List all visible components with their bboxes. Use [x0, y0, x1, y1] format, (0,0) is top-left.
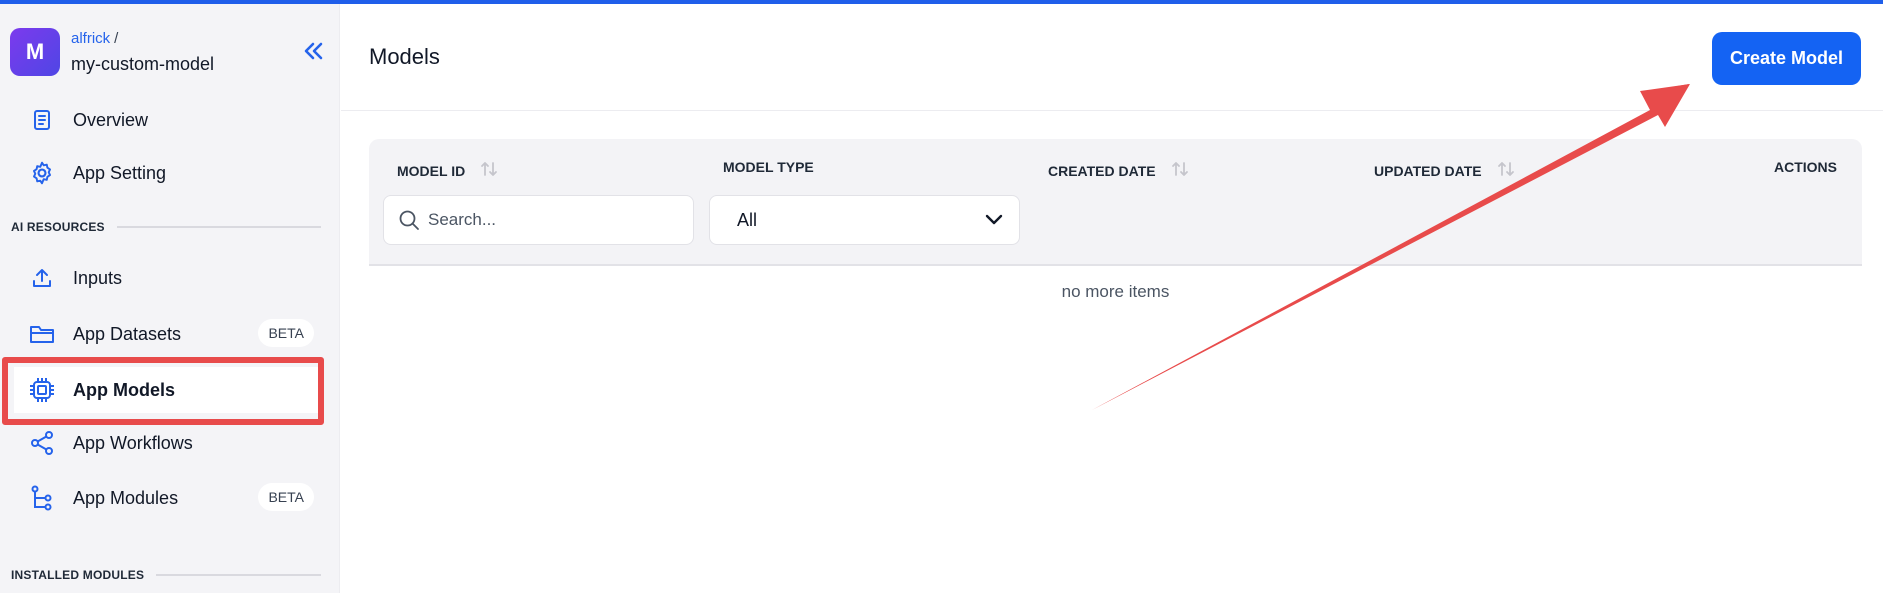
sidebar-item-label: App Datasets	[73, 323, 182, 344]
sidebar-item-app-modules[interactable]: App Modules BETA	[14, 475, 324, 521]
sidebar-item-app-datasets[interactable]: App Datasets BETA	[14, 311, 324, 357]
column-model-id[interactable]: MODEL ID	[397, 159, 499, 182]
section-installed-modules: INSTALLED MODULES	[11, 568, 321, 582]
sidebar-item-app-workflows[interactable]: App Workflows	[14, 420, 324, 466]
header-divider	[341, 110, 1883, 111]
section-heading: INSTALLED MODULES	[11, 568, 145, 582]
create-model-button[interactable]: Create Model	[1712, 32, 1861, 85]
app-avatar[interactable]: M	[10, 28, 60, 76]
section-heading: AI RESOURCES	[11, 220, 105, 234]
page-title: Models	[369, 44, 440, 69]
sort-icon[interactable]	[479, 159, 499, 182]
empty-state-text: no more items	[1061, 282, 1170, 301]
column-label: MODEL TYPE	[723, 159, 814, 175]
sidebar-item-label: Overview	[73, 109, 149, 130]
section-divider	[156, 574, 321, 576]
collapse-sidebar-icon[interactable]	[300, 38, 326, 64]
sidebar-item-label: App Modules	[73, 487, 179, 508]
beta-badge: BETA	[258, 319, 314, 347]
share-icon	[26, 427, 58, 459]
column-label: MODEL ID	[397, 162, 466, 179]
tree-icon	[26, 482, 58, 514]
sidebar-item-label: App Workflows	[73, 432, 193, 453]
breadcrumb-separator: /	[114, 30, 119, 47]
column-label: UPDATED DATE	[1374, 162, 1482, 179]
model-id-search[interactable]	[383, 195, 694, 245]
sidebar-item-app-setting[interactable]: App Setting	[14, 150, 324, 196]
app-name[interactable]: my-custom-model	[71, 54, 214, 75]
folder-icon	[26, 318, 58, 350]
models-table-header: MODEL ID MODEL TYPE CREATED DATE UPDATED…	[369, 139, 1862, 266]
breadcrumb: alfrick /	[71, 30, 118, 47]
select-value: All	[737, 209, 758, 230]
column-model-type: MODEL TYPE	[723, 159, 814, 175]
owner-link[interactable]: alfrick	[71, 30, 110, 47]
document-icon	[26, 104, 58, 136]
gear-icon	[26, 157, 58, 189]
sidebar-item-label: App Setting	[73, 162, 167, 183]
model-type-select[interactable]: All	[709, 195, 1020, 245]
sidebar-item-label: Inputs	[73, 267, 123, 288]
sort-icon[interactable]	[1496, 159, 1516, 182]
sidebar-item-overview[interactable]: Overview	[14, 97, 324, 143]
app-header: M alfrick / my-custom-model	[10, 26, 330, 76]
column-label: ACTIONS	[1774, 159, 1837, 175]
search-icon	[398, 209, 420, 231]
annotation-highlight-box	[2, 357, 324, 425]
column-actions: ACTIONS	[1774, 159, 1837, 175]
sort-icon[interactable]	[1170, 159, 1190, 182]
column-created-date[interactable]: CREATED DATE	[1048, 159, 1190, 182]
column-label: CREATED DATE	[1048, 162, 1156, 179]
search-input[interactable]	[428, 210, 668, 230]
section-ai-resources: AI RESOURCES	[11, 220, 321, 234]
beta-badge: BETA	[258, 483, 314, 511]
column-updated-date[interactable]: UPDATED DATE	[1374, 159, 1516, 182]
section-divider	[116, 226, 321, 228]
sidebar-item-inputs[interactable]: Inputs	[14, 255, 324, 301]
upload-icon	[26, 262, 58, 294]
chevron-down-icon	[985, 210, 1003, 231]
